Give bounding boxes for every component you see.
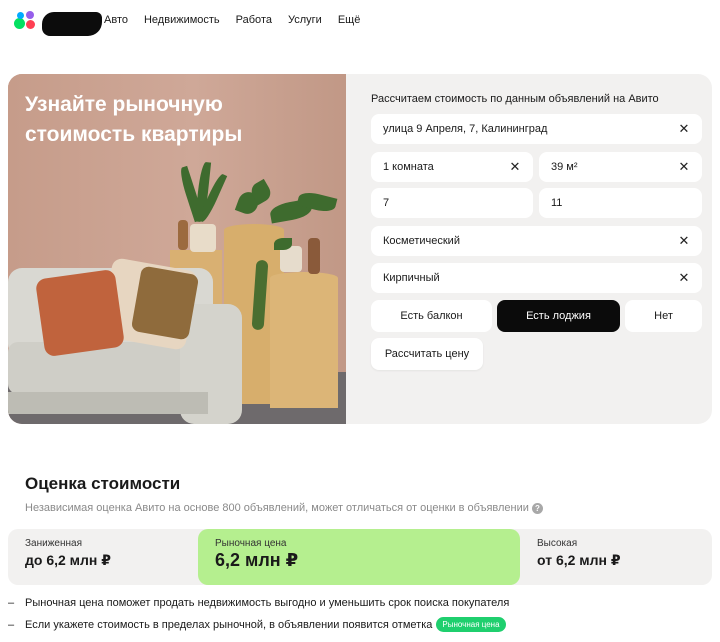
hero-title: Узнайте рыночную стоимость квартиры — [25, 93, 243, 146]
nav-link-services[interactable]: Услуги — [288, 14, 322, 26]
top-navigation: Авто Недвижимость Работа Услуги Ещё — [0, 0, 720, 44]
building-type-field[interactable]: Кирпичный ✕ — [371, 263, 702, 293]
note-text: Если укажете стоимость в пределах рыночн… — [25, 618, 433, 631]
valuation-hero-card: Узнайте рыночную стоимость квартиры Расс… — [8, 74, 712, 424]
building-type-value: Кирпичный — [383, 272, 440, 284]
market-price-badge: Рыночная цена — [436, 617, 506, 632]
estimate-high-value: от 6,2 млн ₽ — [537, 552, 621, 568]
info-icon[interactable]: ? — [531, 502, 543, 514]
estimate-high: Высокая от 6,2 млн ₽ — [520, 529, 712, 585]
price-estimate-bar: Заниженная до 6,2 млн ₽ Рыночная цена 6,… — [8, 529, 712, 585]
balcony-option-balcony[interactable]: Есть балкон — [371, 300, 492, 332]
note-item: – Рыночная цена поможет продать недвижим… — [8, 597, 509, 609]
estimate-low-value: до 6,2 млн ₽ — [25, 552, 112, 568]
nav-link-auto[interactable]: Авто — [104, 14, 128, 26]
balcony-option-none[interactable]: Нет — [625, 300, 702, 332]
form-heading-text: Рассчитаем стоимость по данным объявлени… — [371, 93, 659, 105]
estimate-market-value: 6,2 млн ₽ — [215, 550, 299, 570]
renovation-value: Косметический — [383, 235, 460, 247]
estimate-subtitle: Независимая оценка Авито на основе 800 о… — [25, 502, 543, 514]
renovation-field[interactable]: Косметический ✕ — [371, 226, 702, 256]
avito-logo[interactable] — [12, 8, 102, 36]
estimate-title: Оценка стоимости — [25, 474, 181, 493]
estimate-low-label: Заниженная — [25, 538, 82, 549]
estimate-subtitle-text: Независимая оценка Авито на основе 800 о… — [25, 502, 529, 514]
balcony-option-loggia[interactable]: Есть лоджия — [497, 300, 620, 332]
form-heading: Рассчитаем стоимость по данным объявлени… — [371, 93, 691, 109]
dash-icon: – — [8, 597, 15, 609]
estimate-market: Рыночная цена 6,2 млн ₽ — [198, 529, 520, 585]
calculate-price-button[interactable]: Рассчитать цену — [371, 338, 483, 370]
floors-total-value: 11 — [551, 197, 563, 209]
nav-link-jobs[interactable]: Работа — [236, 14, 272, 26]
interior-photo: Узнайте рыночную стоимость квартиры — [8, 74, 346, 424]
close-icon[interactable]: ✕ — [676, 233, 692, 249]
rooms-value: 1 комната — [383, 161, 434, 173]
address-value: улица 9 Апреля, 7, Калининград — [383, 123, 548, 135]
nav-link-realty[interactable]: Недвижимость — [144, 14, 220, 26]
address-field[interactable]: улица 9 Апреля, 7, Калининград ✕ — [371, 114, 702, 144]
area-field[interactable]: 39 м² ✕ — [539, 152, 702, 182]
close-icon[interactable]: ✕ — [676, 270, 692, 286]
floors-total-field[interactable]: 11 — [539, 188, 702, 218]
close-icon[interactable]: ✕ — [676, 121, 692, 137]
estimate-low: Заниженная до 6,2 млн ₽ — [8, 529, 198, 585]
area-value: 39 м² — [551, 161, 578, 173]
floor-field[interactable]: 7 — [371, 188, 533, 218]
floor-value: 7 — [383, 197, 390, 209]
note-item: – Если укажете стоимость в пределах рыно… — [8, 617, 506, 632]
close-icon[interactable]: ✕ — [676, 159, 692, 175]
nav-links: Авто Недвижимость Работа Услуги Ещё — [104, 14, 376, 26]
nav-link-more[interactable]: Ещё — [338, 14, 361, 26]
logo-dots-icon — [12, 9, 40, 31]
logo-redaction — [42, 12, 102, 36]
rooms-field[interactable]: 1 комната ✕ — [371, 152, 533, 182]
valuation-form: Рассчитаем стоимость по данным объявлени… — [363, 74, 712, 424]
note-text: Рыночная цена поможет продать недвижимос… — [25, 597, 510, 609]
dash-icon: – — [8, 618, 15, 631]
estimate-high-label: Высокая — [537, 538, 578, 549]
close-icon[interactable]: ✕ — [507, 159, 523, 175]
estimate-market-label: Рыночная цена — [215, 538, 287, 549]
